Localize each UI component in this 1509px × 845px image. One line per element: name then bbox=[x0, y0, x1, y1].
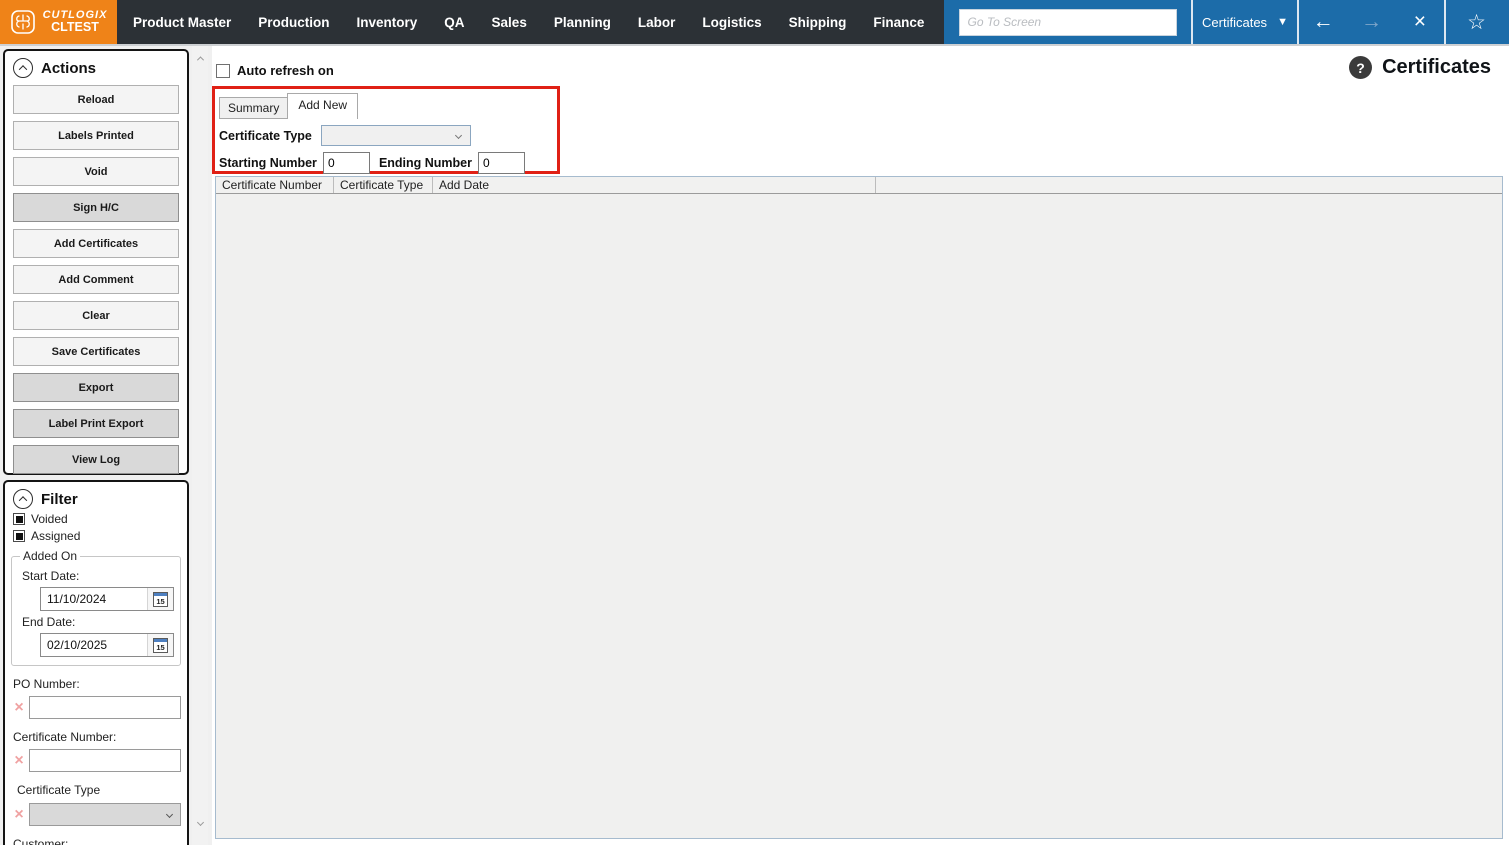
certificate-type-select[interactable] bbox=[29, 803, 181, 826]
certificate-number-label: Certificate Number: bbox=[13, 730, 117, 744]
sign-hc-button[interactable]: Sign H/C bbox=[13, 193, 179, 222]
certificate-type-form-select[interactable] bbox=[320, 125, 471, 146]
end-date-calendar-button[interactable]: 15 bbox=[147, 634, 173, 656]
actions-panel: Actions Reload Labels Printed Void Sign … bbox=[3, 49, 189, 475]
actions-panel-title: Actions bbox=[41, 59, 97, 77]
grid-body-empty[interactable] bbox=[216, 194, 1502, 838]
chevron-down-icon: ▼ bbox=[1277, 16, 1288, 28]
nav-sales[interactable]: Sales bbox=[492, 15, 527, 30]
scrollbar-down-button[interactable] bbox=[192, 814, 208, 831]
back-button[interactable]: ← bbox=[1299, 0, 1347, 44]
main-content: Auto refresh on ? Certificates Summary A… bbox=[212, 46, 1509, 845]
save-certificates-button[interactable]: Save Certificates bbox=[13, 337, 179, 366]
starting-number-label: Starting Number bbox=[219, 156, 317, 170]
calendar-icon: 15 bbox=[153, 591, 168, 607]
column-header-certificate-type[interactable]: Certificate Type bbox=[334, 177, 433, 193]
column-header-certificate-number[interactable]: Certificate Number bbox=[216, 177, 334, 193]
screen-selector-dropdown[interactable]: Certificates ▼ bbox=[1191, 0, 1297, 44]
voided-checkbox[interactable] bbox=[13, 513, 25, 525]
app-logo[interactable]: CUTLOGIX CLTEST bbox=[0, 0, 117, 44]
end-date-label: End Date: bbox=[22, 615, 76, 629]
chevron-down-icon bbox=[454, 131, 462, 140]
clear-certificate-type-icon[interactable]: × bbox=[9, 806, 29, 824]
nav-product-master[interactable]: Product Master bbox=[133, 15, 231, 30]
start-date-calendar-button[interactable]: 15 bbox=[147, 588, 173, 610]
po-number-input[interactable] bbox=[29, 696, 181, 719]
added-on-legend: Added On bbox=[23, 549, 78, 563]
navbar-right-section: Certificates ▼ ← → × ☆ bbox=[944, 0, 1509, 44]
top-navbar: CUTLOGIX CLTEST Product Master Productio… bbox=[0, 0, 1509, 46]
end-date-input[interactable] bbox=[41, 638, 137, 652]
help-icon[interactable]: ? bbox=[1349, 56, 1373, 79]
nav-shipping[interactable]: Shipping bbox=[789, 15, 847, 30]
export-button[interactable]: Export bbox=[13, 373, 179, 402]
screen-selector-label: Certificates bbox=[1202, 14, 1268, 30]
po-number-label: PO Number: bbox=[13, 677, 80, 691]
void-button[interactable]: Void bbox=[13, 157, 179, 186]
start-date-input[interactable] bbox=[41, 592, 137, 606]
tab-summary[interactable]: Summary bbox=[219, 97, 289, 119]
filter-panel-title: Filter bbox=[41, 490, 78, 508]
ending-number-label: Ending Number bbox=[378, 156, 472, 170]
collapse-actions-button[interactable] bbox=[13, 58, 33, 78]
labels-printed-button[interactable]: Labels Printed bbox=[13, 121, 179, 150]
column-header-filler bbox=[876, 177, 1502, 193]
ending-number-input[interactable] bbox=[478, 152, 525, 174]
nav-production[interactable]: Production bbox=[258, 15, 329, 30]
assigned-checkbox[interactable] bbox=[13, 530, 25, 542]
chevron-up-icon bbox=[18, 65, 28, 74]
column-header-add-date[interactable]: Add Date bbox=[433, 177, 876, 193]
grid-header-row: Certificate Number Certificate Type Add … bbox=[216, 177, 1502, 194]
nav-logistics[interactable]: Logistics bbox=[702, 15, 761, 30]
certificate-type-form-label: Certificate Type bbox=[219, 128, 312, 143]
collapse-filter-button[interactable] bbox=[13, 489, 33, 509]
environment-name: CLTEST bbox=[51, 20, 99, 35]
nav-inventory[interactable]: Inventory bbox=[357, 15, 418, 30]
scrollbar-up-button[interactable] bbox=[192, 50, 208, 67]
label-print-export-button[interactable]: Label Print Export bbox=[13, 409, 179, 438]
added-on-group: Added On Start Date: 15 End Date: 15 bbox=[11, 549, 181, 666]
main-menu: Product Master Production Inventory QA S… bbox=[117, 0, 1074, 44]
calendar-icon: 15 bbox=[153, 637, 168, 653]
nav-qa[interactable]: QA bbox=[444, 15, 464, 30]
clear-button[interactable]: Clear bbox=[13, 301, 179, 330]
nav-labor[interactable]: Labor bbox=[638, 15, 676, 30]
clear-po-number-icon[interactable]: × bbox=[9, 699, 29, 717]
goto-screen-input[interactable] bbox=[958, 8, 1177, 36]
voided-checkbox-label: Voided bbox=[31, 512, 68, 526]
start-date-label: Start Date: bbox=[22, 569, 80, 583]
certificate-type-label: Certificate Type bbox=[17, 783, 101, 797]
left-sidebar: Actions Reload Labels Printed Void Sign … bbox=[0, 46, 212, 845]
assigned-checkbox-label: Assigned bbox=[31, 529, 81, 543]
close-screen-button[interactable]: × bbox=[1396, 0, 1444, 44]
chevron-up-icon bbox=[18, 496, 28, 505]
tab-strip: Summary Add New bbox=[219, 93, 359, 119]
cutlogix-brain-icon bbox=[10, 10, 35, 34]
sidebar-scrollbar[interactable] bbox=[192, 46, 208, 845]
favorite-star-icon[interactable]: ☆ bbox=[1467, 10, 1486, 35]
filter-panel: Filter Voided Assigned Added On Start Da… bbox=[3, 480, 189, 845]
customer-label: Customer: bbox=[13, 837, 69, 845]
nav-finance[interactable]: Finance bbox=[873, 15, 924, 30]
annotation-highlight-box: Summary Add New Certificate Type Startin… bbox=[212, 86, 560, 174]
forward-button[interactable]: → bbox=[1347, 0, 1395, 44]
view-log-button[interactable]: View Log bbox=[13, 445, 179, 474]
add-certificates-button[interactable]: Add Certificates bbox=[13, 229, 179, 258]
reload-button[interactable]: Reload bbox=[13, 85, 179, 114]
certificates-grid: Certificate Number Certificate Type Add … bbox=[215, 176, 1503, 839]
starting-number-input[interactable] bbox=[322, 152, 370, 174]
certificate-number-input[interactable] bbox=[29, 749, 181, 772]
page-title: Certificates bbox=[1382, 56, 1491, 78]
clear-certificate-number-icon[interactable]: × bbox=[9, 752, 29, 770]
add-comment-button[interactable]: Add Comment bbox=[13, 265, 179, 294]
nav-planning[interactable]: Planning bbox=[554, 15, 611, 30]
tab-add-new[interactable]: Add New bbox=[287, 93, 359, 119]
chevron-down-icon bbox=[165, 810, 174, 819]
auto-refresh-checkbox[interactable] bbox=[216, 63, 230, 78]
auto-refresh-label: Auto refresh on bbox=[237, 63, 334, 78]
